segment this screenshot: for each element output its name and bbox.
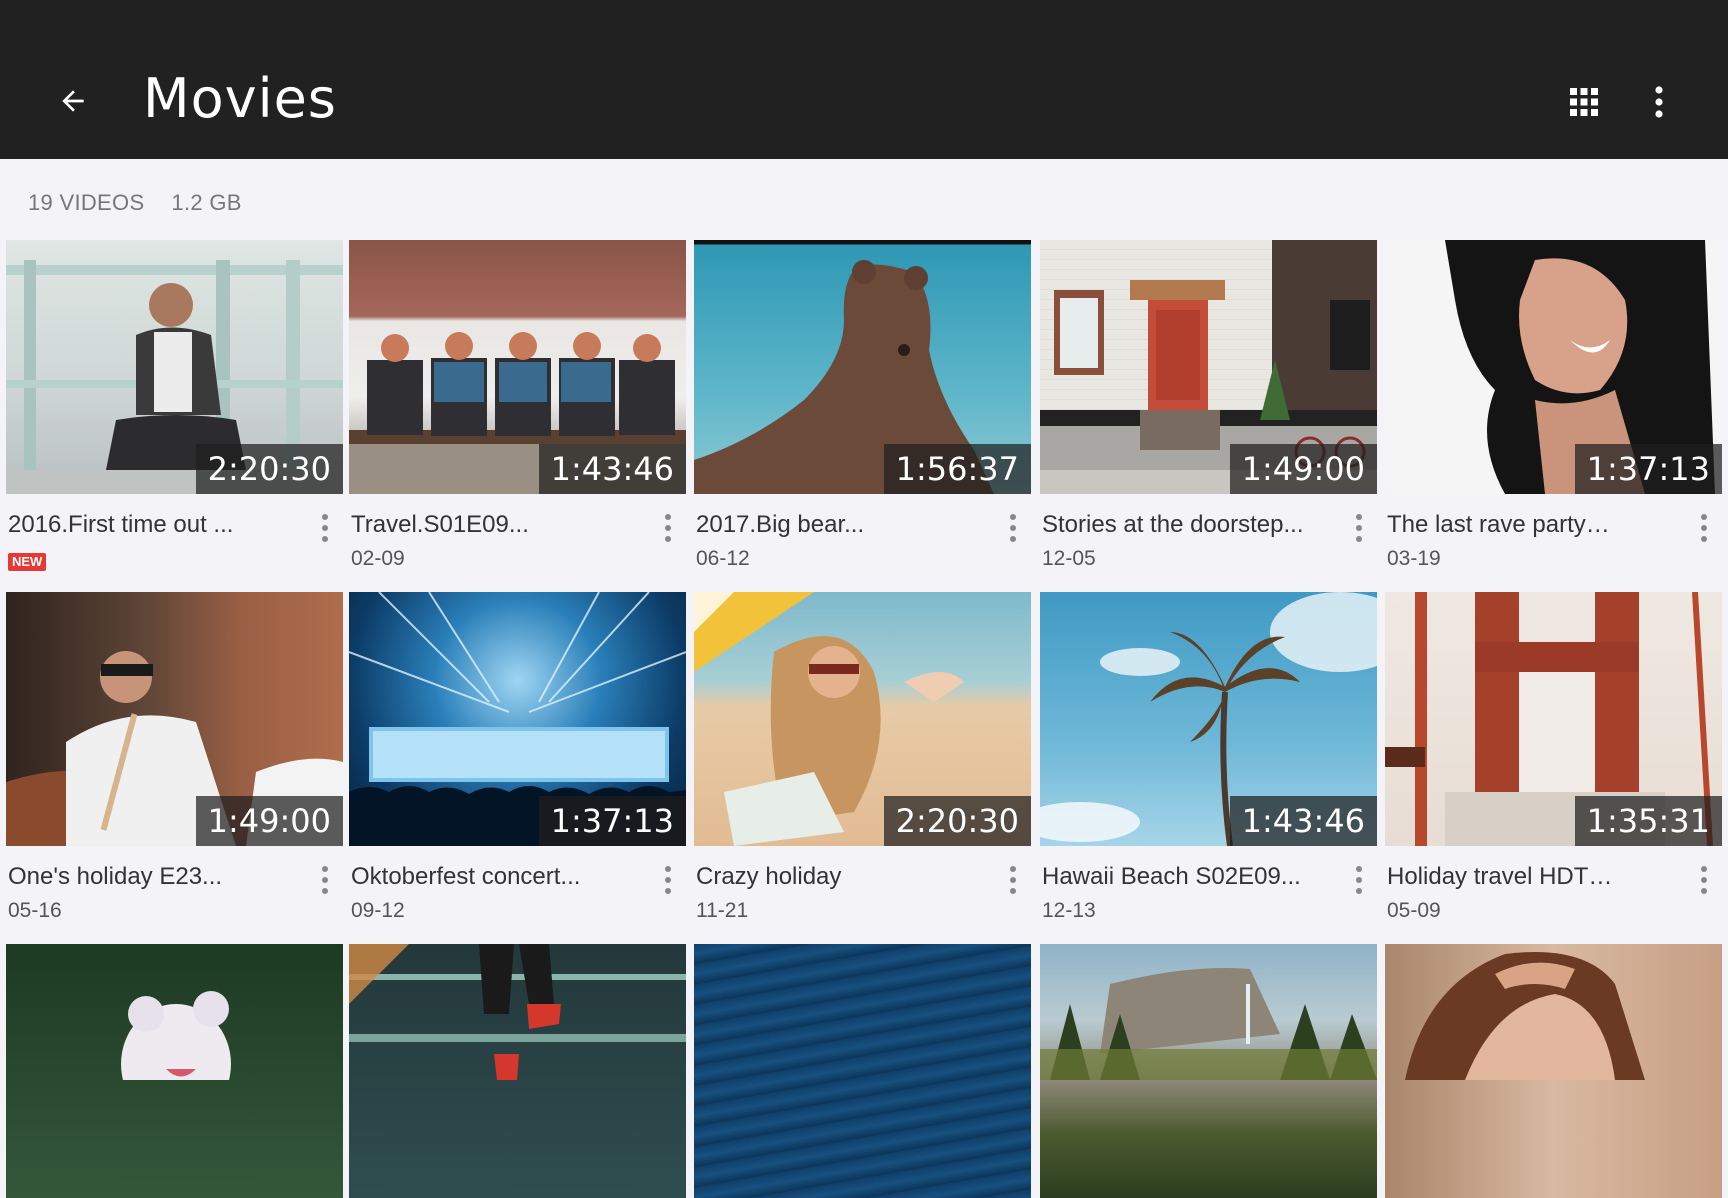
video-count: 19 VIDEOS xyxy=(28,190,145,215)
video-thumbnail[interactable]: 1:37:13 xyxy=(1385,240,1722,494)
video-menu-button[interactable] xyxy=(1692,860,1716,900)
video-date: 06-12 xyxy=(696,547,750,570)
video-tile[interactable] xyxy=(1040,944,1377,1198)
video-thumbnail[interactable] xyxy=(694,944,1031,1198)
video-menu-button[interactable] xyxy=(1001,508,1025,548)
video-thumbnail[interactable]: 2:20:30 xyxy=(694,592,1031,846)
video-menu-button[interactable] xyxy=(1692,508,1716,548)
video-thumbnail[interactable]: 1:37:13 xyxy=(349,592,686,846)
video-thumbnail[interactable]: 1:49:00 xyxy=(1040,240,1377,494)
video-menu-button[interactable] xyxy=(656,508,680,548)
video-tile[interactable] xyxy=(349,944,686,1198)
more-vert-icon xyxy=(322,514,328,542)
more-vert-icon xyxy=(1655,86,1663,118)
video-tile[interactable]: 1:43:46 Travel.S01E09... 02-09 xyxy=(349,240,686,570)
video-thumbnail[interactable]: 2:20:30 xyxy=(6,240,343,494)
video-tile[interactable] xyxy=(694,944,1031,1198)
more-vert-icon xyxy=(1010,866,1016,894)
video-title[interactable]: 2017.Big bear... xyxy=(696,511,986,539)
more-vert-icon xyxy=(1701,514,1707,542)
video-duration: 1:37:13 xyxy=(538,796,686,846)
video-tile[interactable]: 1:35:31 Holiday travel HDT… 05-09 xyxy=(1385,592,1722,922)
video-tile[interactable]: 2:20:30 2016.First time out ... NEW xyxy=(6,240,343,571)
video-tile[interactable]: 1:37:13 Oktoberfest concert... 09-12 xyxy=(349,592,686,922)
video-thumbnail[interactable] xyxy=(349,944,686,1198)
video-thumbnail[interactable] xyxy=(1040,944,1377,1198)
video-title[interactable]: Hawaii Beach S02E09... xyxy=(1042,863,1332,891)
storage-size: 1.2 GB xyxy=(171,190,242,215)
video-thumbnail[interactable] xyxy=(1385,944,1722,1198)
video-tile[interactable]: 1:49:00 One's holiday E23... 05-16 xyxy=(6,592,343,922)
back-button[interactable] xyxy=(52,77,94,125)
video-thumbnail[interactable]: 1:43:46 xyxy=(1040,592,1377,846)
more-vert-icon xyxy=(665,514,671,542)
video-tile[interactable]: 1:37:13 The last rave party… 03-19 xyxy=(1385,240,1722,570)
arrow-back-icon xyxy=(62,90,84,112)
video-thumbnail[interactable]: 1:56:37 xyxy=(694,240,1031,494)
video-thumbnail[interactable]: 1:43:46 xyxy=(349,240,686,494)
video-menu-button[interactable] xyxy=(313,508,337,548)
video-title[interactable]: The last rave party… xyxy=(1387,511,1677,539)
thumbnail-image xyxy=(121,991,231,1124)
more-vert-icon xyxy=(322,866,328,894)
video-menu-button[interactable] xyxy=(1347,860,1371,900)
grid-view-button[interactable] xyxy=(1566,84,1602,120)
thumbnail-image xyxy=(1040,968,1377,1080)
video-title[interactable]: Travel.S01E09... xyxy=(351,511,641,539)
app-bar: Movies xyxy=(0,0,1728,159)
video-menu-button[interactable] xyxy=(1001,860,1025,900)
more-vert-icon xyxy=(1356,514,1362,542)
video-duration: 1:43:46 xyxy=(1229,796,1377,846)
video-tile[interactable]: 2:20:30 Crazy holiday 11-21 xyxy=(694,592,1031,922)
video-duration: 1:35:31 xyxy=(1574,796,1722,846)
video-title[interactable]: Holiday travel HDT… xyxy=(1387,863,1677,891)
video-thumbnail[interactable]: 1:35:31 xyxy=(1385,592,1722,846)
video-title[interactable]: 2016.First time out ... xyxy=(8,511,298,539)
grid-view-icon xyxy=(1570,88,1598,116)
video-date: 03-19 xyxy=(1387,547,1441,570)
video-tile[interactable]: 1:43:46 Hawaii Beach S02E09... 12-13 xyxy=(1040,592,1377,922)
video-title[interactable]: One's holiday E23... xyxy=(8,863,298,891)
video-thumbnail[interactable]: 1:49:00 xyxy=(6,592,343,846)
video-duration: 1:49:00 xyxy=(1229,444,1377,494)
video-title[interactable]: Stories at the doorstep... xyxy=(1042,511,1332,539)
thumbnail-image xyxy=(349,944,686,1080)
video-tile[interactable] xyxy=(6,944,343,1198)
video-date: 05-09 xyxy=(1387,899,1441,922)
video-date: 12-13 xyxy=(1042,899,1096,922)
more-vert-icon xyxy=(1701,866,1707,894)
video-thumbnail[interactable] xyxy=(6,944,343,1198)
thumbnail-image xyxy=(1405,952,1645,1080)
page-title: Movies xyxy=(143,67,337,130)
new-badge: NEW xyxy=(8,553,47,571)
video-date: 11-21 xyxy=(696,899,749,922)
video-date: 05-16 xyxy=(8,899,62,922)
video-tile[interactable] xyxy=(1385,944,1722,1198)
more-vert-icon xyxy=(665,866,671,894)
video-duration: 1:37:13 xyxy=(1574,444,1722,494)
video-date: 02-09 xyxy=(351,547,405,570)
video-date: 09-12 xyxy=(351,899,405,922)
video-date: 12-05 xyxy=(1042,547,1096,570)
video-tile[interactable]: 1:49:00 Stories at the doorstep... 12-05 xyxy=(1040,240,1377,570)
video-duration: 2:20:30 xyxy=(883,796,1031,846)
video-duration: 1:43:46 xyxy=(538,444,686,494)
video-duration: 2:20:30 xyxy=(195,444,343,494)
video-duration: 1:56:37 xyxy=(883,444,1031,494)
more-vert-icon xyxy=(1356,866,1362,894)
more-vert-icon xyxy=(1010,514,1016,542)
video-menu-button[interactable] xyxy=(313,860,337,900)
more-options-button[interactable] xyxy=(1644,82,1674,122)
video-title[interactable]: Crazy holiday xyxy=(696,863,986,891)
video-duration: 1:49:00 xyxy=(195,796,343,846)
video-menu-button[interactable] xyxy=(656,860,680,900)
library-summary: 19 VIDEOS 1.2 GB xyxy=(28,190,242,216)
video-tile[interactable]: 1:56:37 2017.Big bear... 06-12 xyxy=(694,240,1031,570)
video-menu-button[interactable] xyxy=(1347,508,1371,548)
video-title[interactable]: Oktoberfest concert... xyxy=(351,863,641,891)
